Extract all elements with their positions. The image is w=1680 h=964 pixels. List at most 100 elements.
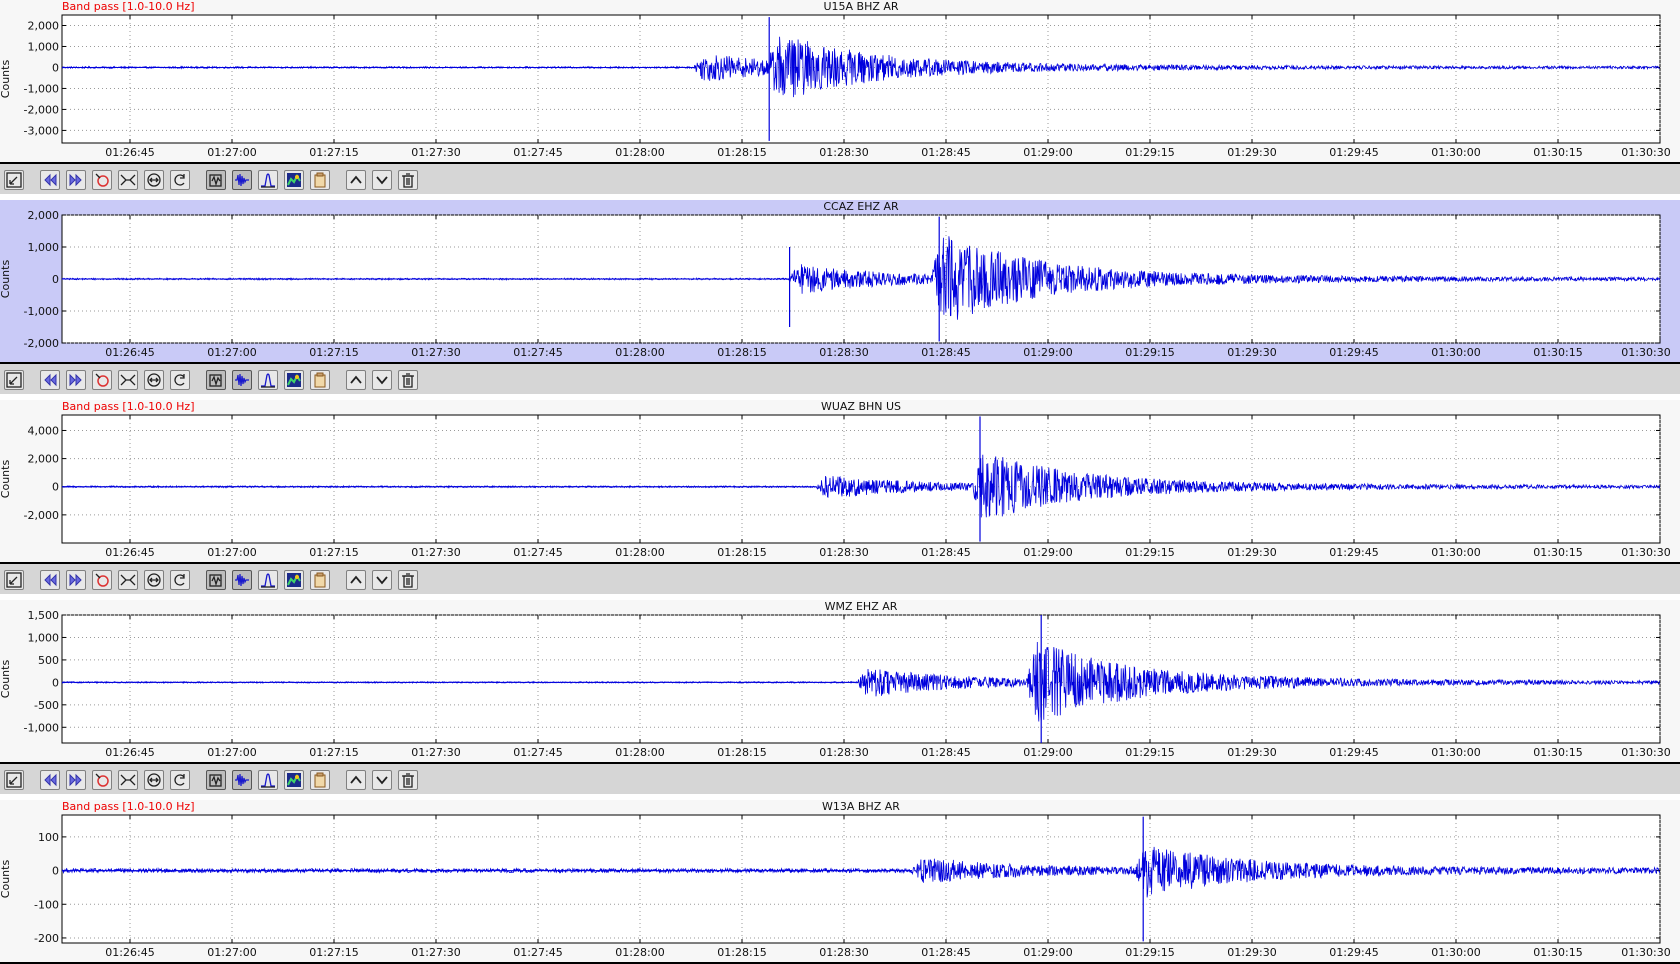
copy-button[interactable] — [310, 570, 330, 590]
trace-panel[interactable]: U15A BHZ AR Band pass [1.0-10.0 Hz] 01:26:… — [0, 0, 1680, 162]
time-tick-label: 01:27:30 — [411, 746, 460, 759]
waveform-icon — [235, 173, 249, 187]
expand-time-button[interactable] — [144, 770, 164, 790]
align-button[interactable] — [118, 170, 138, 190]
delete-icon — [402, 773, 414, 788]
copy-icon — [314, 372, 326, 388]
spectrogram-button[interactable] — [284, 770, 304, 790]
pick-phase-button[interactable] — [92, 370, 112, 390]
align-button[interactable] — [118, 770, 138, 790]
amplitude-tick-label: 0 — [52, 865, 59, 878]
scroll-back-button[interactable] — [40, 170, 60, 190]
trace-plot[interactable]: W13A BHZ ARBand pass [1.0-10.0 Hz]01:26:… — [0, 800, 1680, 962]
y-axis-label: Counts — [0, 260, 12, 299]
scroll-forward-button[interactable] — [66, 370, 86, 390]
spectrogram-button[interactable] — [284, 170, 304, 190]
time-tick-label: 01:27:45 — [513, 746, 562, 759]
filter-button[interactable] — [206, 370, 226, 390]
spectrogram-button[interactable] — [284, 370, 304, 390]
scroll-forward-button[interactable] — [66, 770, 86, 790]
spectrum-button[interactable] — [258, 570, 278, 590]
trace-plot[interactable]: WMZ EHZ AR 01:26:45 01:27:00 01:27:15 01:27:… — [0, 600, 1680, 762]
delete-button[interactable] — [398, 770, 418, 790]
copy-button[interactable] — [310, 370, 330, 390]
scroll-back-button[interactable] — [40, 770, 60, 790]
station-title: U15A BHZ AR — [823, 0, 898, 13]
pick-phase-button[interactable] — [92, 170, 112, 190]
reset-button[interactable] — [170, 570, 190, 590]
amplitude-tick-label: -2,000 — [24, 103, 59, 116]
time-tick-label: 01:26:45 — [105, 146, 154, 159]
amplitude-tick-label: -1,000 — [24, 721, 59, 734]
reset-button[interactable] — [170, 370, 190, 390]
time-tick-label: 01:30:15 — [1533, 146, 1582, 159]
delete-button[interactable] — [398, 570, 418, 590]
time-tick-label: 01:29:30 — [1227, 146, 1276, 159]
time-tick-label: 01:28:30 — [819, 146, 868, 159]
time-tick-label: 01:27:15 — [309, 346, 358, 359]
copy-icon — [314, 772, 326, 788]
amplitude-tick-label: 4,000 — [28, 424, 60, 437]
time-tick-label: 01:29:00 — [1023, 746, 1072, 759]
spectrum-button[interactable] — [258, 770, 278, 790]
move-down-button[interactable] — [372, 770, 392, 790]
pick-phase-button[interactable] — [92, 770, 112, 790]
move-up-button[interactable] — [346, 170, 366, 190]
trace-panel[interactable]: WUAZ BHN US Band pass [1.0-10.0 Hz] 01:26:… — [0, 400, 1680, 562]
move-up-button[interactable] — [346, 770, 366, 790]
move-down-button[interactable] — [372, 370, 392, 390]
copy-button[interactable] — [310, 770, 330, 790]
move-up-button[interactable] — [346, 570, 366, 590]
scroll-forward-button[interactable] — [66, 170, 86, 190]
zoom-out-button[interactable] — [4, 570, 24, 590]
time-tick-label: 01:28:15 — [717, 346, 766, 359]
waveform-button[interactable] — [232, 370, 252, 390]
reset-button[interactable] — [170, 170, 190, 190]
waveform-button[interactable] — [232, 770, 252, 790]
delete-button[interactable] — [398, 370, 418, 390]
move-down-button[interactable] — [372, 170, 392, 190]
copy-button[interactable] — [310, 170, 330, 190]
scroll-forward-icon — [69, 573, 82, 587]
trace-panel[interactable]: WMZ EHZ AR 01:26:45 01:27:00 01:27:15 01:27:… — [0, 600, 1680, 762]
zoom-out-button[interactable] — [4, 770, 24, 790]
expand-time-button[interactable] — [144, 370, 164, 390]
filter-icon — [209, 774, 222, 787]
time-tick-label: 01:30:30 — [1621, 746, 1670, 759]
trace-panel[interactable]: CCAZ EHZ AR 01:26:45 01:27:00 01:27:15 01:27… — [0, 200, 1680, 362]
expand-time-button[interactable] — [144, 570, 164, 590]
filter-button[interactable] — [206, 770, 226, 790]
expand-time-button[interactable] — [144, 170, 164, 190]
trace-panel[interactable]: W13A BHZ AR Band pass [1.0-10.0 Hz] 01:26:… — [0, 800, 1680, 962]
spectrum-button[interactable] — [258, 170, 278, 190]
move-up-button[interactable] — [346, 370, 366, 390]
filter-button[interactable] — [206, 170, 226, 190]
scroll-back-button[interactable] — [40, 370, 60, 390]
amplitude-tick-label: -200 — [34, 932, 59, 945]
align-button[interactable] — [118, 570, 138, 590]
waveform-button[interactable] — [232, 570, 252, 590]
zoom-out-button[interactable] — [4, 370, 24, 390]
move-up-icon — [350, 775, 362, 784]
filter-button[interactable] — [206, 570, 226, 590]
scroll-back-button[interactable] — [40, 570, 60, 590]
move-down-icon — [376, 176, 388, 185]
amplitude-tick-label: 100 — [38, 831, 59, 844]
spectrum-button[interactable] — [258, 370, 278, 390]
align-button[interactable] — [118, 370, 138, 390]
time-tick-label: 01:28:45 — [921, 746, 970, 759]
waveform-button[interactable] — [232, 170, 252, 190]
trace-plot[interactable]: U15A BHZ AR Band pass [1.0-10.0 Hz] 01:26:… — [0, 0, 1680, 162]
pick-phase-button[interactable] — [92, 570, 112, 590]
delete-button[interactable] — [398, 170, 418, 190]
move-down-button[interactable] — [372, 570, 392, 590]
pick-phase-icon — [95, 373, 109, 387]
scroll-forward-button[interactable] — [66, 570, 86, 590]
spectrogram-button[interactable] — [284, 570, 304, 590]
zoom-out-button[interactable] — [4, 170, 24, 190]
reset-button[interactable] — [170, 770, 190, 790]
trace-plot[interactable]: CCAZ EHZ AR 01:26:45 01:27:00 01:27:15 01:27… — [0, 200, 1680, 362]
trace-plot[interactable]: WUAZ BHN US Band pass [1.0-10.0 Hz] 01:26:… — [0, 400, 1680, 562]
scroll-back-icon — [44, 773, 57, 787]
time-tick-label: 01:27:30 — [411, 146, 460, 159]
